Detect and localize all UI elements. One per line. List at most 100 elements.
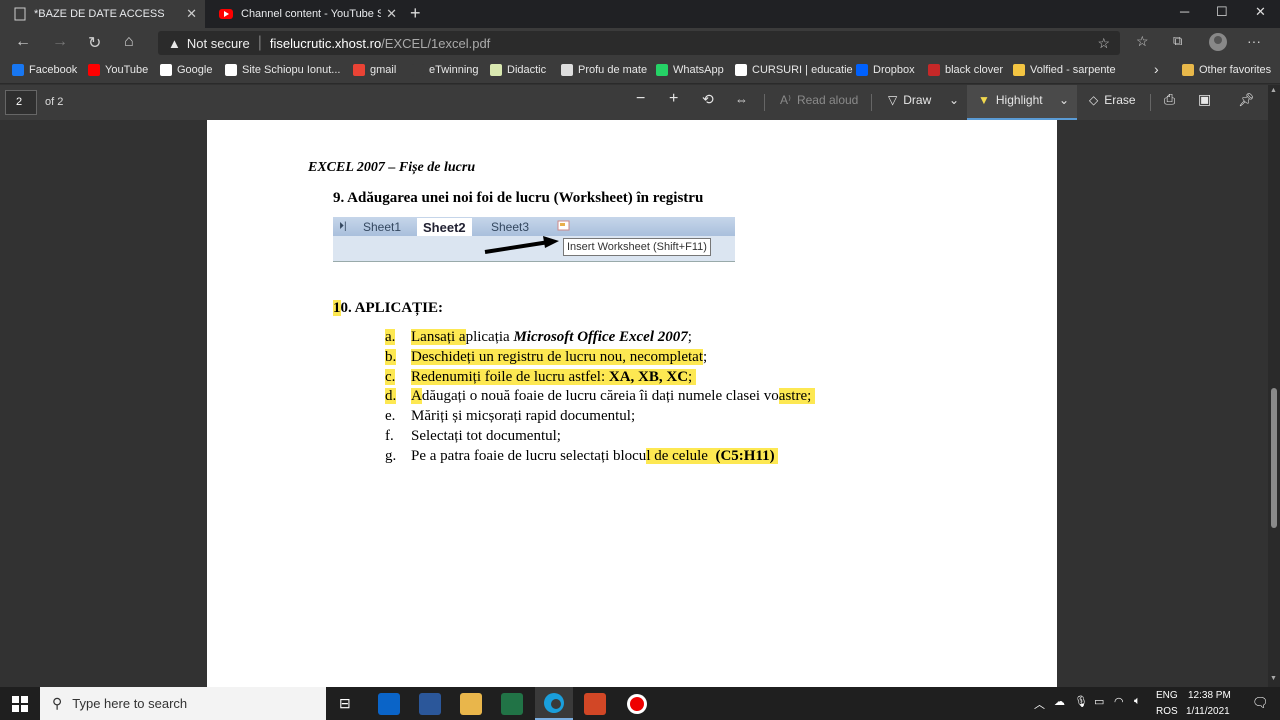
bookmark-label: WhatsApp [673,64,724,76]
clock-time[interactable]: 12:38 PM [1188,690,1231,701]
page-header: EXCEL 2007 – Fișe de lucru [308,160,476,175]
bookmark-label: Profu de mate [578,64,648,76]
close-window-button[interactable]: ✕ [1255,4,1266,20]
bookmark-item[interactable]: Google [160,64,212,76]
refresh-icon[interactable]: ↻ [88,33,101,53]
task-list-item: c. Redenumiți foile de lucru astfel: XA, … [385,368,815,388]
search-icon: ⚲ [52,695,63,711]
profile-avatar[interactable] [1208,32,1228,57]
minimize-button[interactable]: ─ [1180,4,1189,19]
warning-icon[interactable]: ▲ [168,36,181,51]
windows-start-icon[interactable] [12,696,28,717]
new-tab-button[interactable]: + [410,3,421,24]
section-10-title: 0. APLICAȚIE: [340,300,444,316]
language-indicator-bottom[interactable]: ROS [1156,706,1178,717]
draw-label: Draw [903,93,932,107]
erase-button[interactable]: ◇ Erase [1089,93,1136,107]
task-view-icon[interactable]: ⊟ [339,695,351,712]
mail-app-icon[interactable] [378,693,400,715]
language-indicator-top[interactable]: ENG [1156,690,1178,701]
bookmark-item[interactable]: black clover [928,64,1003,76]
item-text: Lansați aplicația Microsoft Office Excel… [411,328,692,348]
task-list-item: b. Deschideți un registru de lucru nou, n… [385,348,815,368]
bookmark-favicon-icon [412,64,424,76]
zoom-out-icon[interactable]: − [636,90,645,108]
maximize-button[interactable]: ☐ [1216,4,1228,20]
screen-recorder-icon[interactable] [626,693,648,715]
bookmark-label: eTwinning [429,64,479,76]
scrollbar-thumb[interactable] [1271,388,1277,528]
bookmark-favicon-icon [12,64,24,76]
bookmark-item[interactable]: gmail [353,64,396,76]
highlight-button[interactable]: ▼ Highlight ⌄ [967,85,1077,120]
tab-baze-de-date[interactable]: *BAZE DE DATE ACCESS ✕ [0,0,205,28]
bookmark-item[interactable]: YouTube [88,64,148,76]
forward-icon[interactable]: → [52,33,68,51]
close-tab-icon[interactable]: ✕ [186,6,197,22]
bookmark-item[interactable]: CURSURI | educatie [735,64,853,76]
collections-icon[interactable]: ⧉ [1173,33,1182,49]
bookmark-favicon-icon [735,64,747,76]
battery-icon[interactable]: ▭ [1094,695,1104,708]
wifi-icon[interactable]: ◠ [1114,695,1124,708]
tray-overflow-icon[interactable]: ︿ [1034,696,1045,712]
worksheet-tabs-image: ⏵| Sheet1 Sheet2 Sheet3 Insert Worksheet… [333,217,735,262]
microphone-icon[interactable]: 🎙︎ [1074,695,1088,708]
rotate-icon[interactable]: ⟲ [702,91,714,108]
bookmark-item[interactable]: Didactic [490,64,546,76]
divider [871,94,872,111]
bookmark-item[interactable]: Facebook [12,64,77,76]
read-aloud-button[interactable]: A⁾ Read aloud [780,93,858,107]
security-status[interactable]: Not secure [187,36,250,51]
scroll-down-icon[interactable]: ▼ [1270,675,1277,682]
item-letter: c. [385,368,396,385]
powerpoint-app-icon[interactable] [584,693,606,715]
save-icon[interactable]: ▣ [1198,91,1211,108]
bookmark-favicon-icon [856,64,868,76]
bookmark-item[interactable]: WhatsApp [656,64,724,76]
clock-date[interactable]: 1/11/2021 [1186,706,1230,717]
notifications-icon[interactable]: 🗨︎ [1252,695,1269,711]
highlight-options-chevron-icon[interactable]: ⌄ [1059,93,1069,107]
fit-page-icon[interactable]: ⇔ [735,92,748,107]
favorite-star-icon[interactable]: ☆ [1097,35,1110,52]
draw-options-chevron-icon[interactable]: ⌄ [949,93,959,107]
page-number-input[interactable]: 2 [5,90,37,115]
pin-toolbar-icon[interactable]: 📌︎ [1238,92,1255,108]
task-list-item: a. Lansați aplicația Microsoft Office Exc… [385,328,815,348]
url-path: /EXCEL/1excel.pdf [381,35,491,51]
draw-button[interactable]: ▽ Draw [888,93,931,107]
home-icon[interactable]: ⌂ [124,33,134,51]
print-icon[interactable]: ⎙ [1164,91,1175,108]
bookmark-item[interactable]: Dropbox [856,64,915,76]
volume-icon[interactable]: 🔈︎ [1134,695,1141,708]
tab-youtube-studio[interactable]: Channel content - YouTube Stud ✕ [205,0,405,28]
file-explorer-icon[interactable] [460,693,482,715]
bookmarks-overflow-chevron-icon[interactable]: › [1154,61,1159,77]
word-app-icon[interactable] [419,693,441,715]
bookmark-item[interactable]: Profu de mate [561,64,647,76]
edge-app-button[interactable] [535,687,573,720]
scroll-up-icon[interactable]: ▲ [1270,87,1277,94]
favorites-icon[interactable]: ☆ [1136,33,1149,50]
taskbar-search-box[interactable]: ⚲ Type here to search [40,687,326,720]
bookmark-item[interactable]: eTwinning [412,64,479,76]
bookmark-label: Dropbox [873,64,915,76]
vertical-scrollbar[interactable]: ▲ ▼ [1268,85,1280,687]
close-tab-icon[interactable]: ✕ [386,6,397,22]
bookmark-label: Didactic [507,64,547,76]
zoom-in-icon[interactable]: + [669,90,678,108]
bookmark-item[interactable]: Site Schiopu Ionut... [225,64,340,76]
more-menu-icon[interactable]: ··· [1247,33,1261,49]
bookmark-favicon-icon [160,64,172,76]
draw-icon: ▽ [888,93,898,107]
back-icon[interactable]: ← [15,33,31,51]
onedrive-icon[interactable]: ☁ [1054,695,1065,708]
address-bar[interactable]: ▲ Not secure | fiselucrutic.xhost.ro /EX… [158,31,1120,55]
pdf-viewer[interactable]: EXCEL 2007 – Fișe de lucru 9. Adăugarea … [0,120,1268,687]
item-letter: g. [385,447,397,464]
other-favorites-folder[interactable]: Other favorites [1182,64,1271,76]
excel-app-icon[interactable] [501,693,523,715]
bookmark-favicon-icon [490,64,502,76]
bookmark-item[interactable]: Volfied - sarpente [1013,64,1116,76]
